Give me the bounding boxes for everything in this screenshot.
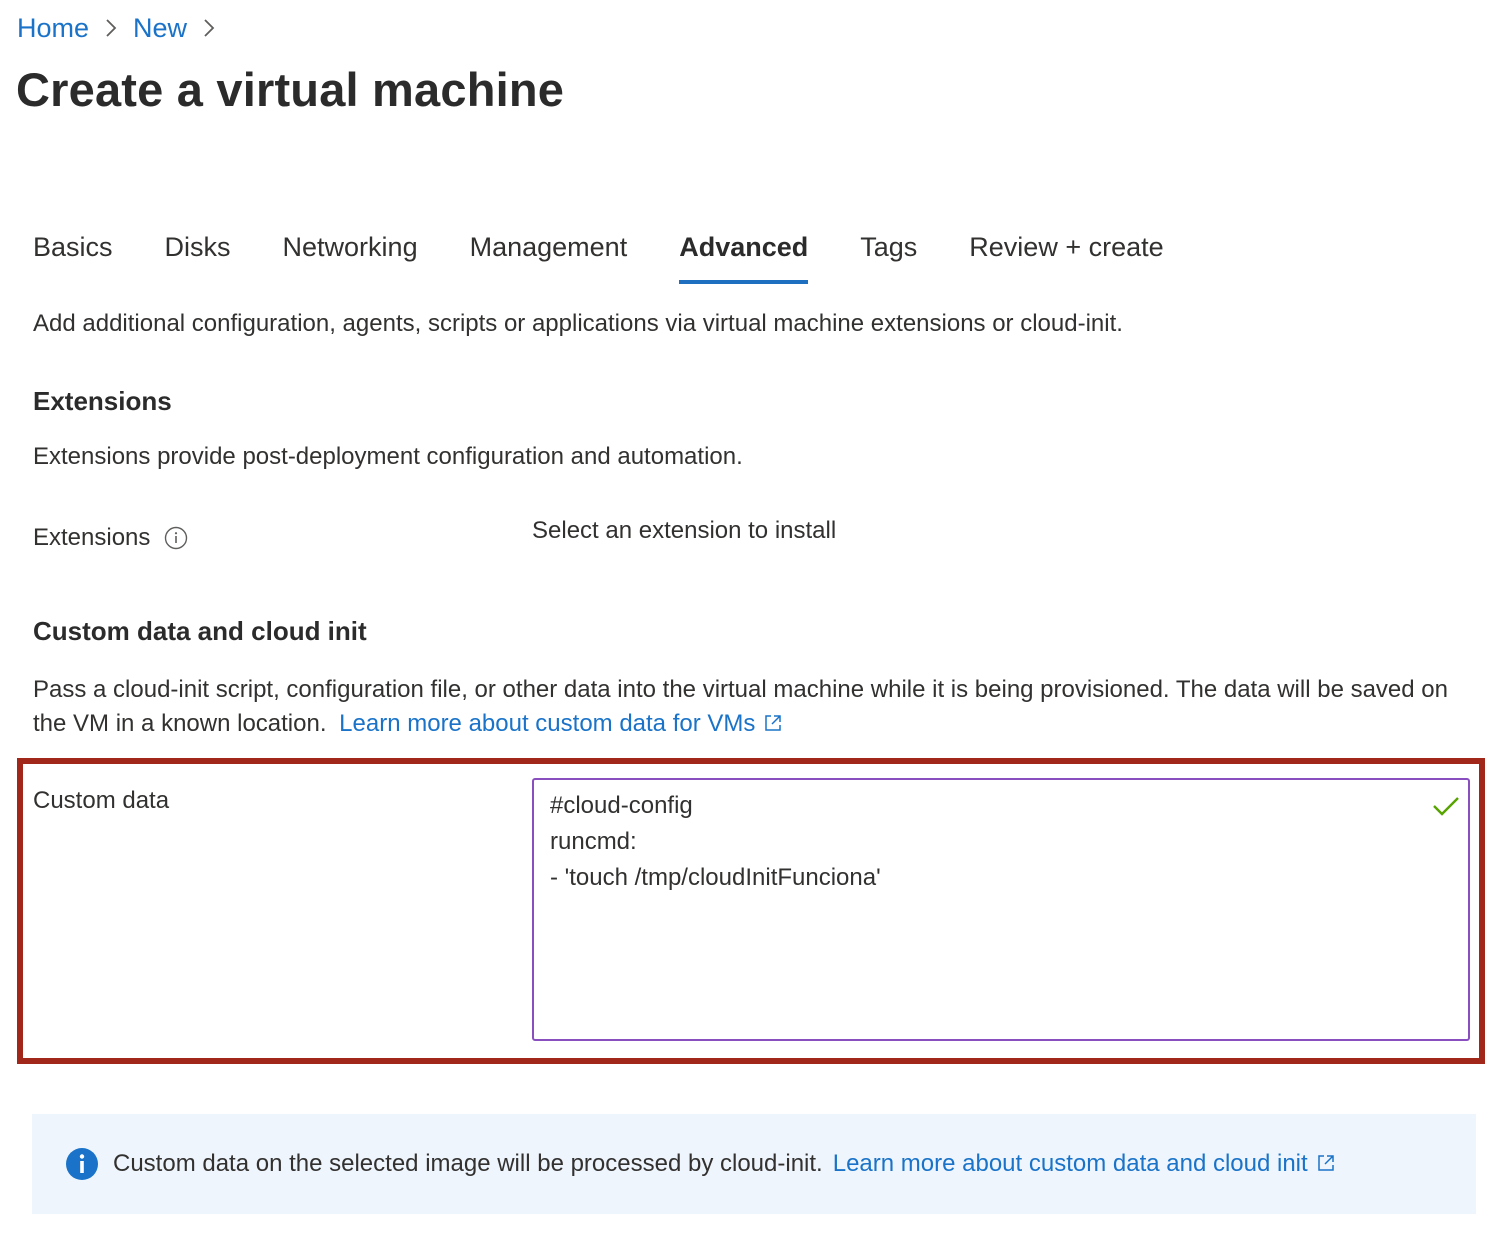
extensions-field-label-row: Extensions [33,524,188,552]
tab-bar: Basics Disks Networking Management Advan… [33,228,1216,286]
external-link-icon [1316,1152,1336,1172]
learn-more-custom-data-link[interactable]: Learn more about custom data for VMs [339,710,783,737]
chevron-right-icon [187,18,231,38]
external-link-icon [763,709,783,731]
extensions-description: Extensions provide post-deployment confi… [33,443,743,470]
learn-more-custom-data-text: Learn more about custom data for VMs [339,710,756,737]
learn-more-cloud-init-text: Learn more about custom data and cloud i… [832,1150,1308,1177]
custom-data-line: - 'touch /tmp/cloudInitFunciona' [550,864,881,891]
breadcrumb: Home New [17,8,231,48]
extensions-field-label: Extensions [33,524,151,551]
info-filled-icon [65,1147,99,1181]
tab-disks[interactable]: Disks [165,228,231,284]
breadcrumb-new-link[interactable]: New [133,13,187,44]
tab-basics[interactable]: Basics [33,228,113,284]
page-title: Create a virtual machine [16,63,565,116]
tab-networking[interactable]: Networking [283,228,418,284]
custom-data-field-label: Custom data [33,787,170,814]
info-bar: Custom data on the selected image will b… [32,1114,1476,1214]
custom-data-line: #cloud-config [550,792,693,819]
learn-more-cloud-init-link[interactable]: Learn more about custom data and cloud i… [833,1150,1336,1178]
info-bar-message: Custom data on the selected image will b… [113,1150,823,1177]
tab-advanced[interactable]: Advanced [679,228,809,284]
select-extension-link[interactable]: Select an extension to install [532,517,836,545]
breadcrumb-home-link[interactable]: Home [17,13,89,44]
tab-management[interactable]: Management [470,228,628,284]
extensions-heading: Extensions [33,386,172,416]
info-circle-icon[interactable] [164,526,188,550]
custom-data-line: runcmd: [550,828,637,855]
custom-data-textarea[interactable]: #cloud-config runcmd: - 'touch /tmp/clou… [532,778,1470,1041]
tab-review-create[interactable]: Review + create [969,228,1163,284]
tab-tags[interactable]: Tags [860,228,917,284]
custom-data-heading: Custom data and cloud init [33,616,367,646]
valid-check-icon [1432,792,1460,816]
intro-text: Add additional configuration, agents, sc… [33,310,1123,337]
chevron-right-icon [89,18,133,38]
custom-data-description: Pass a cloud-init script, configuration … [33,673,1473,741]
